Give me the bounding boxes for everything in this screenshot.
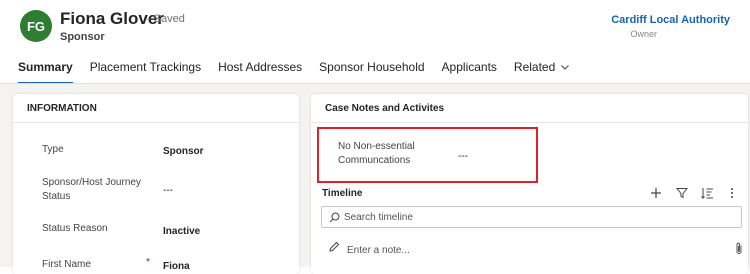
note-input[interactable] xyxy=(347,242,707,258)
field-label-first-name: First Name xyxy=(42,259,91,270)
tab-related-label: Related xyxy=(513,60,556,74)
field-value-type[interactable]: Sponsor xyxy=(163,146,204,157)
search-icon xyxy=(329,212,340,223)
field-label-type: Type xyxy=(42,144,64,155)
field-label-journey-status: Sponsor/Host Journey Status xyxy=(42,177,141,202)
tab-bar: Summary Placement Trackings Host Address… xyxy=(18,58,587,84)
section-divider xyxy=(311,122,748,123)
field-label-non-essential-comms: No Non-essential Communcations xyxy=(338,141,415,166)
field-value-journey-status[interactable]: --- xyxy=(163,185,173,196)
attachment-icon[interactable] xyxy=(734,241,744,255)
field-value-status-reason[interactable]: Inactive xyxy=(163,226,200,237)
avatar: FG xyxy=(20,10,52,42)
information-title: INFORMATION xyxy=(27,103,97,114)
pencil-icon xyxy=(328,241,340,253)
tab-summary[interactable]: Summary xyxy=(18,60,73,84)
tab-related[interactable]: Related xyxy=(514,60,570,74)
owner-label: Owner xyxy=(630,29,657,39)
tab-sponsor-household[interactable]: Sponsor Household xyxy=(319,60,424,74)
record-type: Sponsor xyxy=(60,31,105,43)
field-value-non-essential-comms[interactable]: --- xyxy=(458,151,468,162)
tab-placement-trackings[interactable]: Placement Trackings xyxy=(90,60,201,74)
more-options-icon[interactable] xyxy=(726,186,738,200)
tab-applicants[interactable]: Applicants xyxy=(442,60,497,74)
save-status: - Saved xyxy=(147,13,185,25)
case-notes-title: Case Notes and Activites xyxy=(325,103,445,114)
required-marker: * xyxy=(146,257,150,268)
timeline-title: Timeline xyxy=(322,188,363,199)
sort-icon[interactable] xyxy=(700,186,714,200)
chevron-down-icon xyxy=(561,65,570,70)
field-label-status-reason: Status Reason xyxy=(42,223,108,234)
section-divider xyxy=(13,122,299,123)
timeline-search xyxy=(321,206,742,228)
tab-host-addresses[interactable]: Host Addresses xyxy=(218,60,302,74)
timeline-search-input[interactable] xyxy=(344,209,724,225)
filter-icon[interactable] xyxy=(675,186,689,200)
add-icon[interactable] xyxy=(649,186,663,200)
owner-link[interactable]: Cardiff Local Authority xyxy=(611,14,730,26)
